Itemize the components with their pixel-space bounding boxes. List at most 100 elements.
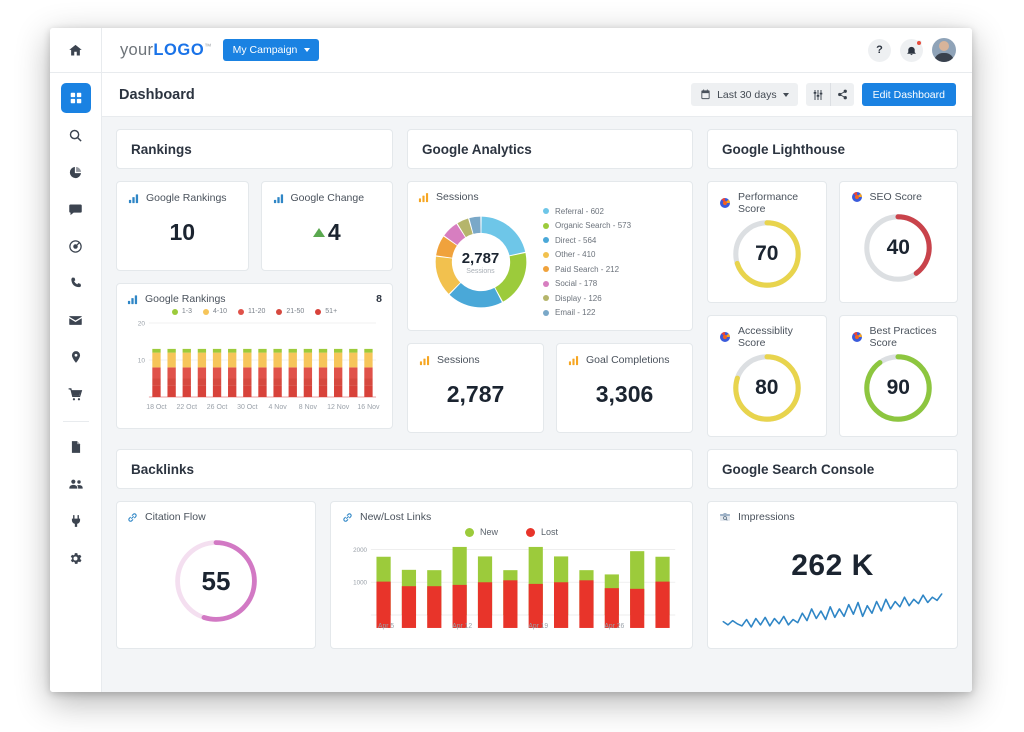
sidebar-item-support[interactable] xyxy=(61,231,91,261)
lifebuoy-icon xyxy=(68,239,83,254)
legend-color-dot xyxy=(543,252,549,258)
widget-accessibility-score[interactable]: Accessiblity Score 80 xyxy=(707,315,827,437)
sidebar-item-messages[interactable] xyxy=(61,194,91,224)
sidebar-item-search[interactable] xyxy=(61,120,91,150)
widget-title-row: Accessiblity Score xyxy=(719,325,815,349)
date-range-label: Last 30 days xyxy=(717,89,777,101)
widget-label: SEO Score xyxy=(870,191,923,203)
widget-google-change-stat[interactable]: Google Change 4 xyxy=(261,181,394,271)
legend-color-dot xyxy=(172,309,178,315)
widget-performance-score[interactable]: Performance Score 70 xyxy=(707,181,827,303)
sidebar-item-users[interactable] xyxy=(61,469,91,499)
widget-label: Impressions xyxy=(738,511,795,523)
sidebar-item-locations[interactable] xyxy=(61,342,91,372)
date-range-selector[interactable]: Last 30 days xyxy=(691,83,798,106)
notifications-button[interactable] xyxy=(900,39,923,62)
gauge-value: 80 xyxy=(755,376,778,400)
sidebar-item-integrations[interactable] xyxy=(61,506,91,536)
svg-text:Apr 26: Apr 26 xyxy=(604,623,624,630)
legend-item: 1-3 xyxy=(172,308,192,315)
lighthouse-gauge-grid: Performance Score 70 xyxy=(707,181,958,437)
widget-title-row: New/Lost Links xyxy=(342,511,681,523)
widget-label: Best Practices Score xyxy=(870,325,947,349)
sidebar-item-email[interactable] xyxy=(61,305,91,335)
brand-logo: yourLOGO™ xyxy=(120,41,212,60)
svg-text:12 Nov: 12 Nov xyxy=(327,404,350,411)
widget-value: 10 xyxy=(128,204,237,260)
donut-legend-item: Referral - 602 xyxy=(543,207,631,216)
widget-title-row: Performance Score xyxy=(719,191,815,215)
widget-title-row: Google Rankings xyxy=(128,192,237,204)
svg-text:Apr 19: Apr 19 xyxy=(528,623,548,630)
help-icon: ? xyxy=(876,44,883,56)
widget-badge: 8 xyxy=(376,293,382,305)
widget-google-rankings-chart[interactable]: Google Rankings 8 1-34-1011-2021-5051+ 1… xyxy=(116,283,393,429)
legend-label: 21-50 xyxy=(286,308,304,315)
legend-label: Direct - 564 xyxy=(555,236,596,245)
search-console-icon xyxy=(719,511,731,523)
notification-badge xyxy=(916,40,922,46)
section-header-google-lighthouse: Google Lighthouse xyxy=(707,129,958,169)
edit-dashboard-button[interactable]: Edit Dashboard xyxy=(862,83,956,106)
help-button[interactable]: ? xyxy=(868,39,891,62)
widget-impressions[interactable]: Impressions 262 K xyxy=(707,501,958,649)
rankings-stat-row: Google Rankings 10 Google Change xyxy=(116,181,393,271)
widget-best-practices-score[interactable]: Best Practices Score 90 xyxy=(839,315,959,437)
campaign-selector[interactable]: My Campaign xyxy=(223,39,320,61)
home-icon xyxy=(68,43,83,58)
top-section-grid: Rankings Google Rankings 10 xyxy=(116,129,958,437)
sidebar-divider xyxy=(63,421,89,422)
home-button[interactable] xyxy=(50,28,102,72)
legend-item: Lost xyxy=(526,527,558,537)
widget-citation-flow[interactable]: Citation Flow 55 xyxy=(116,501,316,649)
sidebar-item-reports[interactable] xyxy=(61,432,91,462)
share-button[interactable] xyxy=(830,83,854,106)
lighthouse-icon xyxy=(719,197,731,209)
sidebar-item-settings[interactable] xyxy=(61,543,91,573)
avatar[interactable] xyxy=(932,38,956,62)
gauge-wrap: 80 xyxy=(719,349,815,427)
document-icon xyxy=(69,440,83,454)
backlinks-column: Backlinks Citation Flow xyxy=(116,449,693,649)
filter-button[interactable] xyxy=(806,83,830,106)
svg-text:18 Oct: 18 Oct xyxy=(146,404,167,411)
page-title: Dashboard xyxy=(119,87,195,103)
sliders-icon xyxy=(812,89,824,101)
lighthouse-glyph xyxy=(719,197,731,209)
svg-text:30 Oct: 30 Oct xyxy=(237,404,258,411)
widget-title-row: Google Change xyxy=(273,192,382,204)
widget-title-row: Goal Completions xyxy=(568,354,681,366)
svg-text:26 Oct: 26 Oct xyxy=(207,404,228,411)
widget-sessions-donut[interactable]: Sessions 2,787 Sessions xyxy=(407,181,693,331)
gauge-wrap: 40 xyxy=(851,203,947,293)
sidebar-item-dashboard[interactable] xyxy=(61,83,91,113)
widget-title-row: Best Practices Score xyxy=(851,325,947,349)
svg-text:Apr 5: Apr 5 xyxy=(378,623,394,630)
link-icon xyxy=(127,512,138,523)
widget-goal-completions-stat[interactable]: Goal Completions 3,306 xyxy=(556,343,693,433)
donut-legend-item: Other - 410 xyxy=(543,250,631,259)
widget-sessions-stat[interactable]: Sessions 2,787 xyxy=(407,343,544,433)
sidebar-item-calls[interactable] xyxy=(61,268,91,298)
svg-text:4 Nov: 4 Nov xyxy=(269,404,288,411)
logo-trademark: ™ xyxy=(204,43,211,50)
sidebar-item-analytics[interactable] xyxy=(61,157,91,187)
impressions-sparkline xyxy=(719,589,946,631)
donut-center: 2,787 Sessions xyxy=(462,250,500,275)
link-icon xyxy=(342,512,353,523)
impressions-value: 262 K xyxy=(719,549,946,583)
lighthouse-icon xyxy=(851,331,863,343)
widget-seo-score[interactable]: SEO Score 40 xyxy=(839,181,959,303)
widget-google-rankings-stat[interactable]: Google Rankings 10 xyxy=(116,181,249,271)
campaign-label: My Campaign xyxy=(233,44,298,56)
legend-label: Referral - 602 xyxy=(555,207,604,216)
widget-title-row: Citation Flow xyxy=(127,511,305,523)
sidebar-item-ecommerce[interactable] xyxy=(61,379,91,409)
widget-new-lost-links[interactable]: New/Lost Links NewLost 10002000Apr 5Apr … xyxy=(330,501,693,649)
legend-color-dot xyxy=(315,309,321,315)
legend-color-dot xyxy=(543,237,549,243)
svg-text:8 Nov: 8 Nov xyxy=(299,404,318,411)
shopping-cart-icon xyxy=(68,387,83,402)
legend-color-dot xyxy=(543,208,549,214)
widget-label: Google Rankings xyxy=(145,293,226,305)
